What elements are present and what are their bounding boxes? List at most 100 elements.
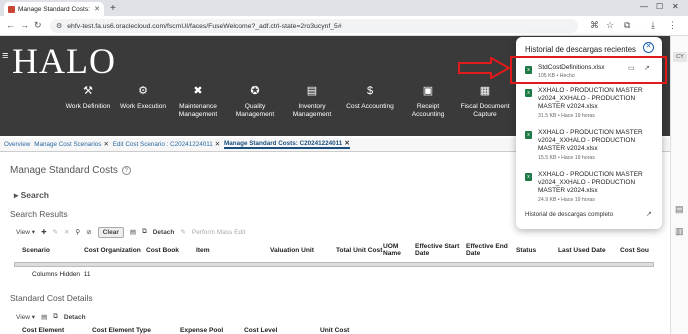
- search-section-toggle[interactable]: ▸ Search: [14, 190, 49, 201]
- horizontal-scrollbar[interactable]: [14, 262, 654, 267]
- cost-icon: $: [366, 85, 374, 97]
- search-label: Search: [20, 190, 49, 200]
- column-header[interactable]: Cost Sou: [620, 247, 649, 254]
- user-avatar-badge[interactable]: CY: [673, 52, 687, 62]
- column-header[interactable]: Expense Pool: [180, 327, 223, 334]
- close-icon[interactable]: ✕: [344, 140, 349, 147]
- new-tab-icon[interactable]: +: [110, 3, 116, 14]
- download-icon[interactable]: ⤓: [651, 20, 655, 31]
- address-bar[interactable]: ⚙ ehfv-test.fa.us6.oraclecloud.com/fscmU…: [50, 19, 578, 33]
- translate-icon[interactable]: ⌘: [590, 20, 599, 31]
- download-meta: 15.5 KB • Hace 19 horas: [538, 155, 595, 161]
- column-header[interactable]: Valuation Unit: [270, 247, 314, 254]
- column-header[interactable]: Unit Cost: [320, 327, 349, 334]
- back-icon[interactable]: ←: [6, 20, 15, 30]
- close-tab-icon[interactable]: ✕: [94, 5, 100, 13]
- column-header[interactable]: Cost Level: [244, 327, 277, 334]
- column-header[interactable]: Effective End Date: [466, 243, 510, 257]
- crumb-edit-cost-scenario[interactable]: Edit Cost Scenario : C20241224011 ✕: [113, 141, 220, 148]
- add-icon[interactable]: ✚: [41, 228, 46, 236]
- column-header[interactable]: Last Used Date: [558, 247, 606, 254]
- nav-work-execution[interactable]: ⚙ Work Execution: [115, 84, 171, 111]
- bookmark-star-icon[interactable]: ☆: [606, 20, 614, 31]
- download-item[interactable]: x XXHALO - PRODUCTION MASTER v2024_XXHAL…: [525, 171, 653, 211]
- download-meta: 31.5 KB • Hace 19 horas: [538, 113, 595, 119]
- extensions-icon[interactable]: ⧉: [624, 20, 630, 31]
- close-window-icon[interactable]: ✕: [672, 2, 679, 11]
- help-icon[interactable]: ?: [121, 165, 131, 175]
- nav-fiscal-document-capture[interactable]: ▦ Fiscal Document Capture: [457, 84, 513, 119]
- export-icon[interactable]: ▤: [130, 228, 136, 236]
- nav-label: Receipt Accounting: [411, 103, 445, 118]
- red-highlight-box: [510, 56, 667, 84]
- site-info-icon[interactable]: ⚙: [56, 22, 62, 30]
- crumb-overview[interactable]: Overview: [4, 141, 30, 148]
- nav-label: Cost Accounting: [346, 103, 394, 110]
- columns-hidden-count: 11: [83, 271, 91, 278]
- minimize-icon[interactable]: —: [640, 2, 648, 11]
- detach-button[interactable]: Detach: [64, 314, 86, 321]
- column-header[interactable]: UOM Name: [383, 243, 409, 257]
- page-title: Manage Standard Costs?: [10, 165, 131, 176]
- nav-cost-accounting[interactable]: $ Cost Accounting: [342, 84, 398, 111]
- crumb-label: Edit Cost Scenario : C20241224011: [112, 141, 213, 148]
- mass-edit-icon[interactable]: ✎: [180, 228, 185, 236]
- details-toolbar: View ▾ ▤ ⧉ Detach: [16, 313, 86, 321]
- url-text: ehfv-test.fa.us6.oraclecloud.com/fscmUI/…: [67, 22, 342, 30]
- browser-tab[interactable]: Manage Standard Costs: C202: ✕: [4, 2, 104, 16]
- download-item[interactable]: x XXHALO - PRODUCTION MASTER v2024_XXHAL…: [525, 129, 653, 169]
- browser-tab-bar: Manage Standard Costs: C202: ✕ + — ☐ ✕: [0, 0, 688, 16]
- excel-file-icon: x: [525, 89, 532, 97]
- column-header[interactable]: Total Unit Cost: [336, 247, 382, 254]
- hamburger-menu-icon[interactable]: ≡: [2, 50, 8, 62]
- nav-quality-management[interactable]: ✪ Quality Management: [227, 84, 283, 119]
- detach-button[interactable]: Detach: [153, 229, 175, 236]
- download-item[interactable]: x XXHALO - PRODUCTION MASTER v2024_XXHAL…: [525, 87, 653, 129]
- column-header[interactable]: Item: [196, 247, 210, 254]
- export-icon[interactable]: ▤: [41, 313, 47, 321]
- view-menu[interactable]: View ▾: [16, 313, 35, 321]
- edit-icon[interactable]: ✎: [53, 228, 58, 236]
- delete-icon[interactable]: ✕: [64, 228, 69, 236]
- nav-label: Fiscal Document Capture: [460, 103, 510, 118]
- perform-mass-edit-button[interactable]: Perform Mass Edit: [192, 229, 245, 236]
- right-side-panel: CY ▤ ▥: [670, 36, 688, 334]
- wrench-icon: ✖: [193, 85, 203, 97]
- column-header[interactable]: Cost Element: [22, 327, 64, 334]
- close-icon[interactable]: ✕: [643, 42, 654, 53]
- column-header[interactable]: Cost Book: [146, 247, 179, 254]
- filter-icon[interactable]: ⚲: [75, 228, 80, 236]
- halo-logo: HALO: [12, 41, 116, 81]
- column-header[interactable]: Cost Organization: [84, 247, 141, 254]
- forklift-icon: ▤: [306, 85, 318, 97]
- document-icon[interactable]: ▤: [675, 204, 684, 215]
- clear-button[interactable]: Clear: [97, 226, 124, 238]
- crumb-manage-standard-costs[interactable]: Manage Standard Costs: C20241224011 ✕: [224, 140, 350, 149]
- chart-icon[interactable]: ▥: [675, 226, 684, 237]
- nav-maintenance-management[interactable]: ✖ Maintenance Management: [170, 84, 226, 119]
- column-header[interactable]: Effective Start Date: [415, 243, 461, 257]
- maximize-icon[interactable]: ☐: [656, 2, 663, 11]
- forward-icon[interactable]: →: [20, 20, 29, 30]
- detach-icon[interactable]: ⧉: [142, 228, 147, 236]
- download-filename: XXHALO - PRODUCTION MASTER v2024_XXHALO …: [538, 87, 643, 110]
- close-icon[interactable]: ✕: [103, 141, 108, 148]
- nav-inventory-management[interactable]: ▤ Inventory Management: [284, 84, 340, 119]
- nav-receipt-accounting[interactable]: ▣ Receipt Accounting: [400, 84, 456, 119]
- open-external-icon[interactable]: ↗: [646, 210, 652, 218]
- view-menu[interactable]: View ▾: [16, 228, 35, 236]
- clear-filter-icon[interactable]: ⊘: [86, 228, 91, 236]
- column-header[interactable]: Scenario: [22, 247, 50, 254]
- detach-icon[interactable]: ⧉: [53, 313, 58, 321]
- close-icon[interactable]: ✕: [215, 141, 220, 148]
- standard-cost-details-header: Standard Cost Details: [10, 293, 93, 303]
- crumb-manage-cost-scenarios[interactable]: Manage Cost Scenarios ✕: [34, 141, 108, 148]
- reload-icon[interactable]: ↻: [34, 20, 42, 31]
- full-download-history-link[interactable]: Historial de descargas completo: [525, 211, 613, 218]
- nav-work-definition[interactable]: ⚒ Work Definition: [60, 84, 116, 111]
- column-header[interactable]: Status: [516, 247, 536, 254]
- column-header[interactable]: Cost Element Type: [92, 327, 151, 334]
- nav-label: Maintenance Management: [178, 103, 218, 118]
- results-toolbar: View ▾ ✚ ✎ ✕ ⚲ ⊘ Clear ▤ ⧉ Detach ✎ Perf…: [16, 226, 245, 238]
- menu-icon[interactable]: ⋮: [668, 20, 677, 31]
